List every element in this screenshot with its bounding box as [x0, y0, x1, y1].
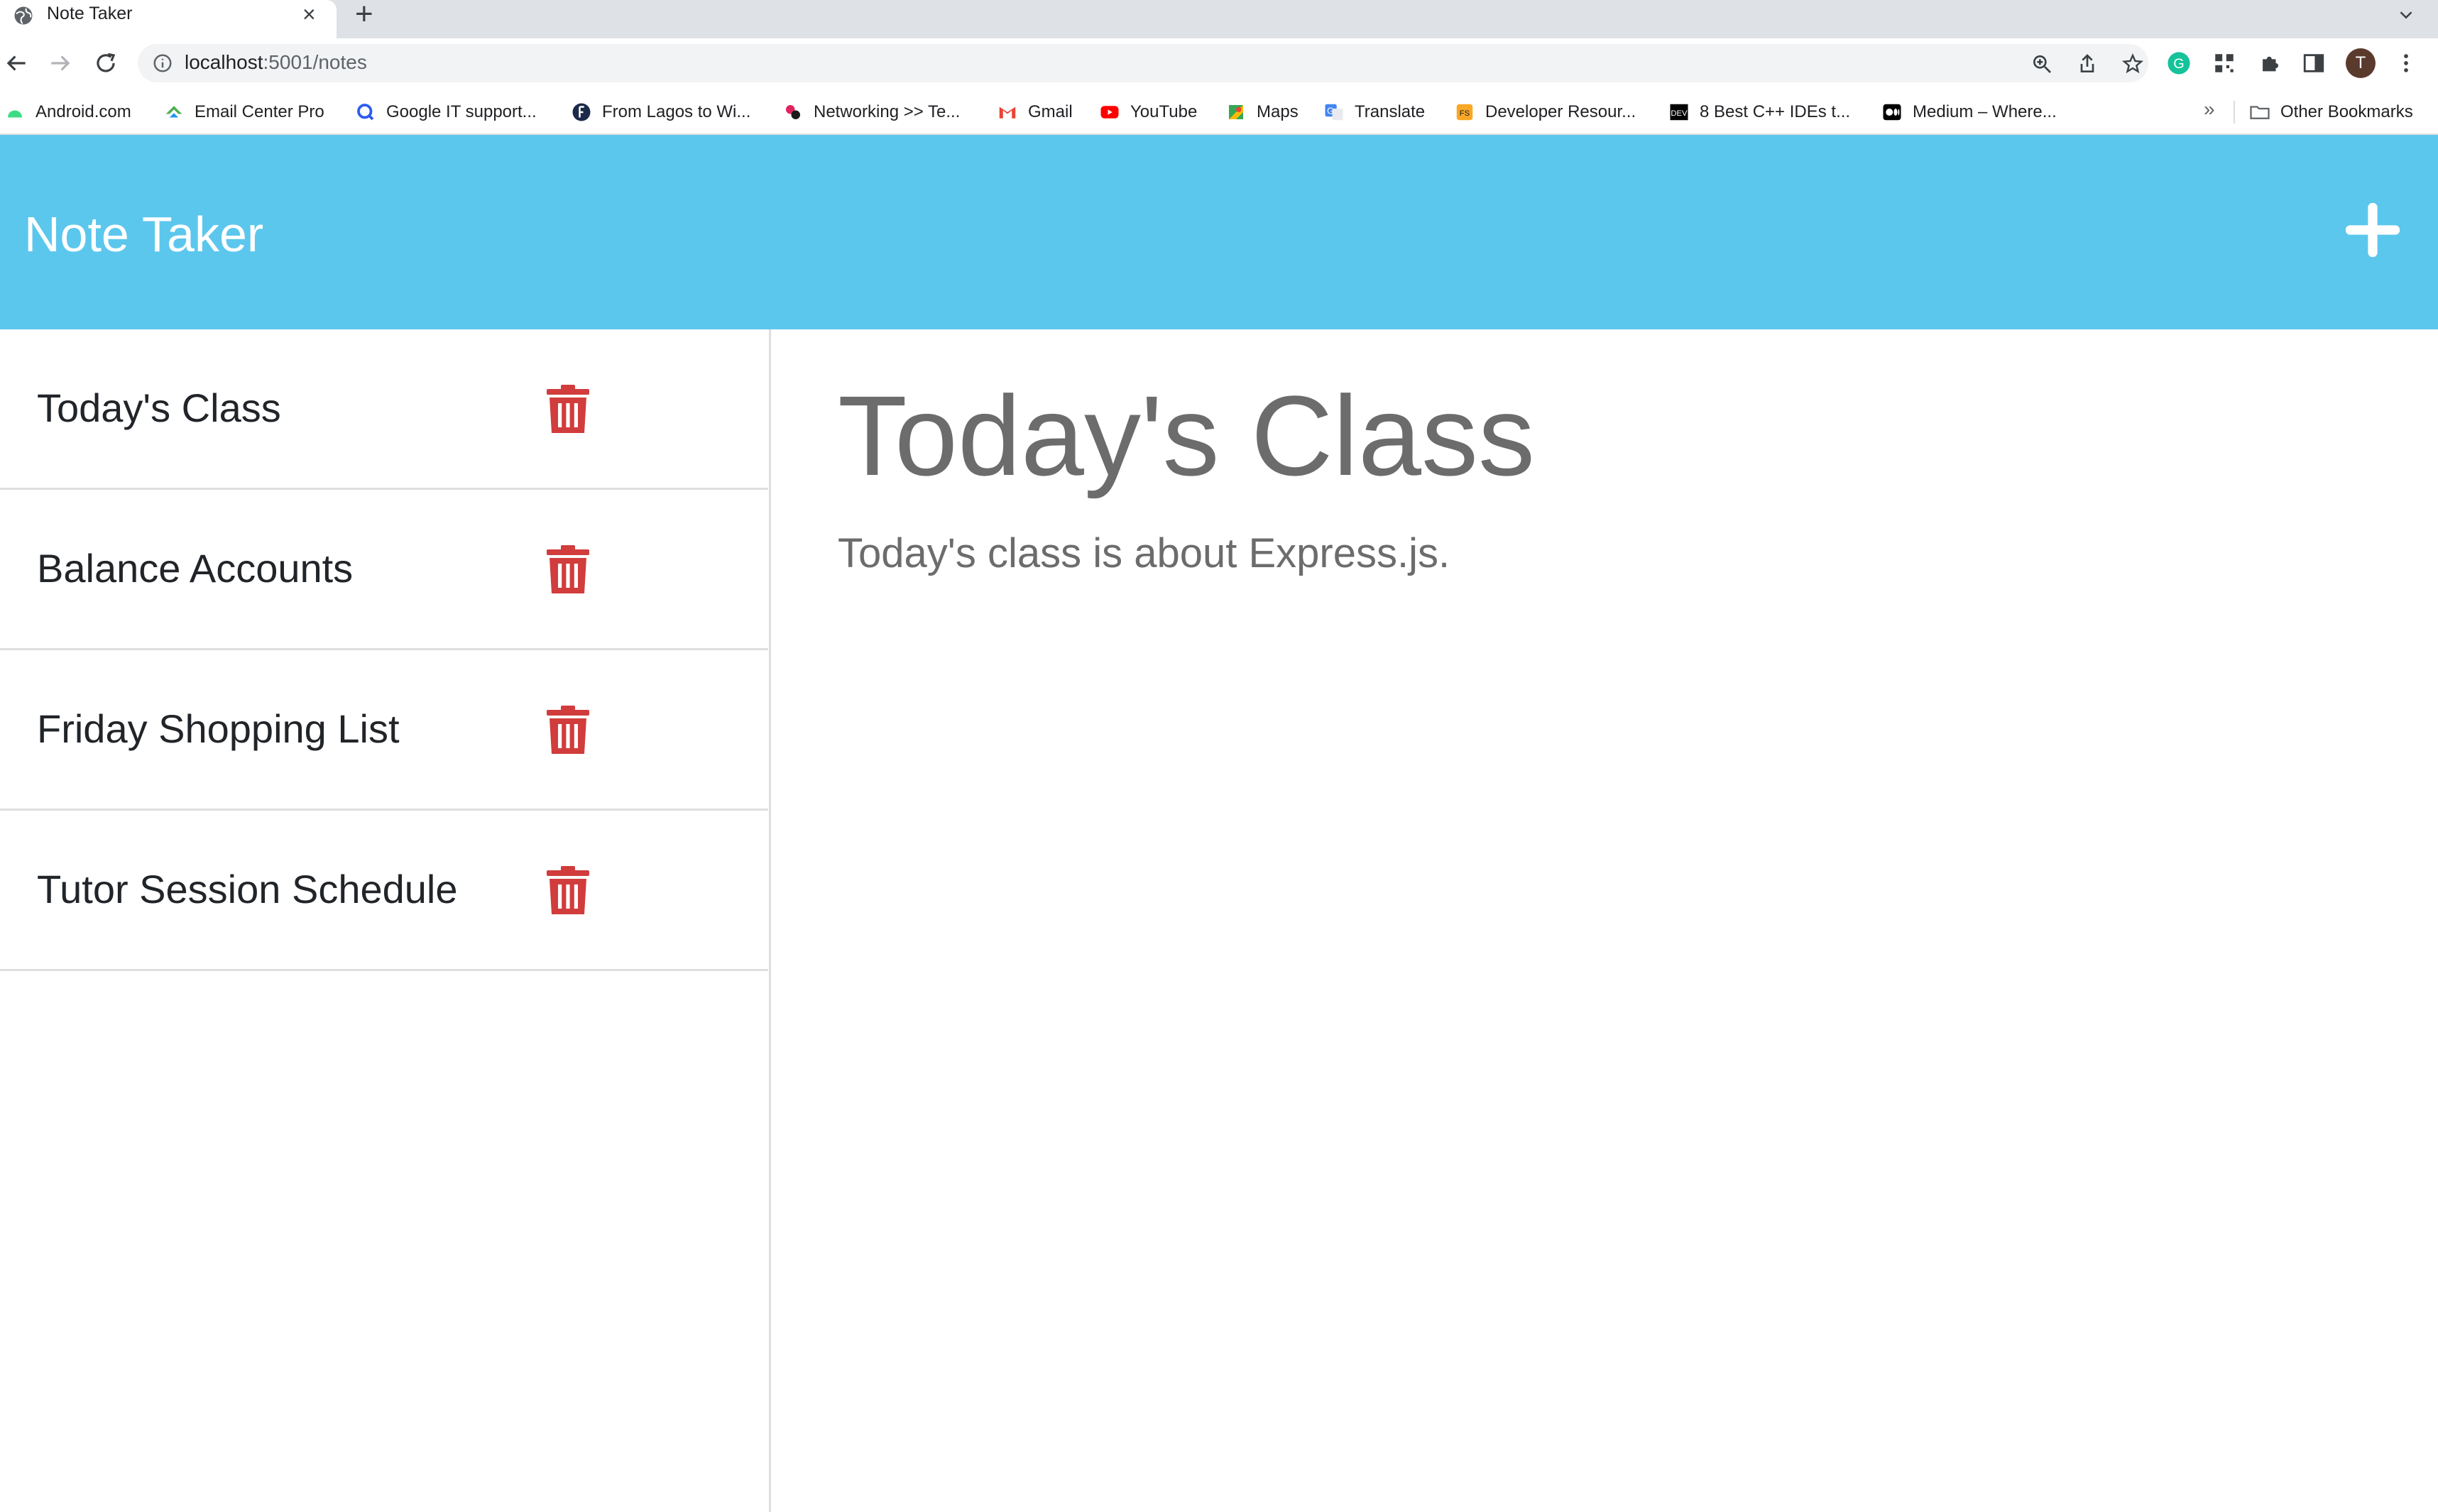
grammarly-extension-icon[interactable]: G	[2167, 51, 2191, 75]
bookmark-cpp-ides[interactable]: DEV 8 Best C++ IDEs t...	[1668, 101, 1850, 124]
qr-extension-icon[interactable]	[2212, 51, 2236, 75]
networking-icon	[786, 105, 800, 119]
list-item[interactable]: Tutor Session Schedule	[0, 811, 768, 971]
profile-avatar[interactable]: T	[2346, 48, 2376, 78]
browser-toolbar: localhost:5001/notes G T	[0, 38, 2438, 88]
android-icon	[8, 110, 22, 118]
svg-text:G: G	[2173, 56, 2184, 72]
bookmark-networking[interactable]: Networking >> Te...	[782, 101, 960, 124]
browser-tabstrip: Note Taker × +	[0, 0, 2438, 38]
app-navbar: Note Taker	[0, 135, 2438, 329]
trash-icon[interactable]	[547, 866, 589, 914]
svg-text:DEV: DEV	[1671, 109, 1688, 118]
bookmarks-bar: Android.com Email Center Pro Google IT s…	[0, 88, 2438, 135]
more-bookmarks-chevron[interactable]: »	[2204, 98, 2215, 121]
extensions-puzzle-icon[interactable]	[2258, 51, 2282, 75]
zoom-icon[interactable]	[2030, 53, 2053, 75]
address-bar[interactable]: localhost:5001/notes	[138, 44, 2148, 82]
list-item[interactable]: Today's Class	[0, 329, 768, 490]
globe-icon	[14, 6, 33, 25]
reload-icon[interactable]	[92, 50, 119, 77]
new-note-plus-icon[interactable]	[2346, 203, 2400, 257]
site-info-icon[interactable]	[152, 53, 173, 74]
email-center-icon	[165, 106, 182, 118]
note-title[interactable]: Tutor Session Schedule	[37, 865, 457, 914]
lagos-icon	[572, 103, 591, 121]
medium-icon	[1883, 104, 1901, 121]
note-text-area[interactable]: Today's class is about Express.js.	[838, 528, 1450, 579]
developer-icon: FS	[1456, 104, 1473, 121]
svg-text:G: G	[1327, 106, 1334, 116]
translate-icon: G	[1325, 104, 1343, 121]
trash-icon[interactable]	[547, 545, 589, 593]
kebab-menu-icon[interactable]	[2394, 51, 2418, 75]
bookmark-medium[interactable]: Medium – Where...	[1881, 101, 2057, 124]
bookmark-android[interactable]: Android.com	[4, 101, 131, 124]
note-title[interactable]: Friday Shopping List	[37, 704, 400, 754]
list-item[interactable]: Balance Accounts	[0, 490, 768, 650]
bookmark-youtube[interactable]: YouTube	[1099, 101, 1197, 124]
share-icon[interactable]	[2076, 53, 2099, 75]
folder-icon	[2250, 106, 2270, 119]
url-text[interactable]: localhost:5001/notes	[185, 51, 367, 74]
browser-tab[interactable]: Note Taker ×	[0, 0, 337, 38]
note-title[interactable]: Today's Class	[37, 383, 281, 433]
note-title[interactable]: Balance Accounts	[37, 544, 353, 593]
gmail-icon	[999, 106, 1016, 119]
bookmark-google-it[interactable]: Google IT support...	[355, 101, 537, 124]
dev-icon: DEV	[1670, 104, 1688, 121]
notes-list: Today's Class Balance Accounts Friday Sh…	[0, 329, 771, 1512]
note-editor: Today's Class Today's class is about Exp…	[774, 329, 2438, 1512]
bookmark-translate[interactable]: G Translate	[1323, 101, 1425, 124]
svg-text:FS: FS	[1460, 109, 1470, 118]
app-title[interactable]: Note Taker	[24, 206, 263, 263]
forward-arrow-icon[interactable]	[47, 50, 74, 77]
note-title-input[interactable]: Today's Class	[838, 372, 1535, 500]
bookmark-maps[interactable]: Maps	[1225, 101, 1299, 124]
trash-icon[interactable]	[547, 706, 589, 754]
tab-title: Note Taker	[47, 4, 133, 23]
google-it-icon	[357, 104, 374, 121]
list-item[interactable]: Friday Shopping List	[0, 650, 768, 811]
side-panel-icon[interactable]	[2302, 51, 2326, 75]
new-tab-icon[interactable]: +	[355, 0, 373, 30]
tab-close-icon[interactable]: ×	[302, 3, 316, 26]
youtube-icon	[1100, 106, 1119, 119]
tab-search-chevron-icon[interactable]	[2395, 4, 2417, 26]
maps-icon	[1229, 105, 1243, 119]
bookmark-gmail[interactable]: Gmail	[997, 101, 1073, 124]
back-arrow-icon[interactable]	[3, 50, 30, 77]
other-bookmarks[interactable]: Other Bookmarks	[2249, 101, 2413, 124]
bookmark-email-center[interactable]: Email Center Pro	[163, 101, 324, 124]
trash-icon[interactable]	[547, 385, 589, 433]
bookmark-developer[interactable]: FS Developer Resour...	[1454, 101, 1636, 124]
bookmark-lagos[interactable]: From Lagos to Wi...	[571, 101, 750, 124]
bookmark-star-icon[interactable]	[2121, 53, 2144, 75]
bookmarks-divider	[2234, 101, 2235, 124]
